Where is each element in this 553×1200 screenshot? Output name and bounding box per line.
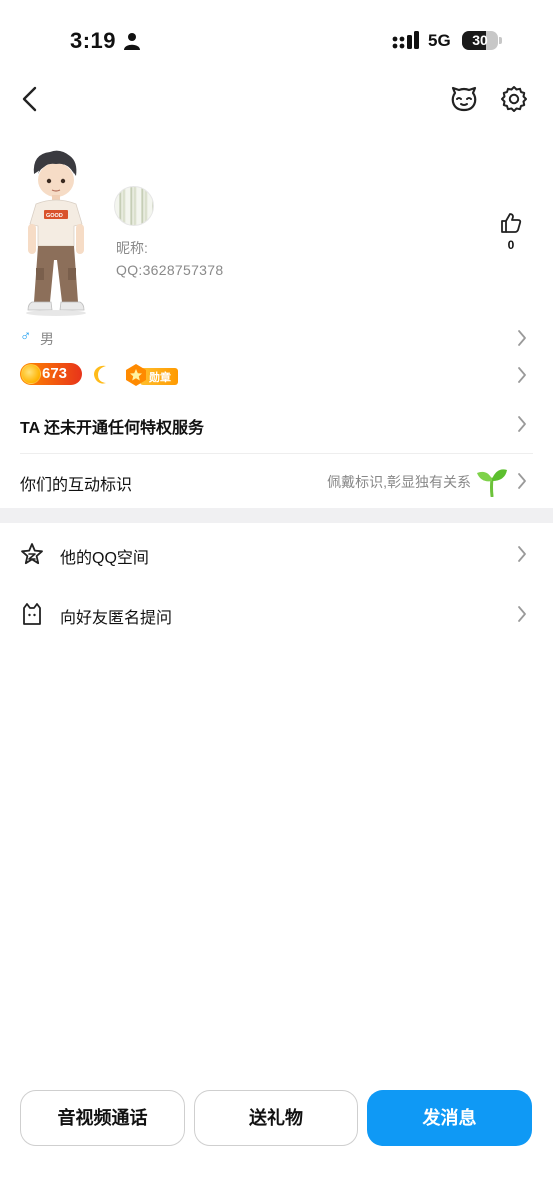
svg-text:GOOD: GOOD [46,213,63,219]
gear-icon[interactable] [499,84,529,114]
qzone-star-icon [21,543,43,565]
send-message-button[interactable]: 发消息 [367,1090,532,1146]
divider [20,453,533,454]
privilege-text: TA 还未开通任何特权服务 [20,420,204,437]
menu-item-anonymous-question[interactable]: 向好友匿名提问 [20,600,533,628]
gender-label: 男 [40,331,54,347]
chevron-right-icon [518,367,526,383]
status-time: 3:19 [70,28,117,53]
battery-level: 30 [472,32,488,48]
chevron-right-icon [518,546,526,562]
chevron-right-icon [518,330,526,346]
gender-row[interactable]: ♂ 男 [20,326,533,350]
menu-label-anonymous-question: 向好友匿名提问 [60,610,173,627]
chevron-right-icon [518,606,526,622]
send-gift-button[interactable]: 送礼物 [194,1090,358,1146]
male-icon: ♂ [20,328,32,345]
cartoon-avatar-figure[interactable]: GOOD [20,148,92,318]
thumbs-up-icon [501,213,522,233]
star-medal-icon [126,364,146,386]
coin-icon [21,364,41,384]
chevron-right-icon [518,473,526,489]
battery-icon: 30 [462,31,502,51]
like-count: 0 [507,238,515,252]
level-badge: 673 [20,363,82,385]
menu-item-qzone[interactable]: 他的QQ空间 [20,540,533,568]
medal-label: 勋章 [149,372,171,384]
back-icon[interactable] [16,84,44,114]
privilege-row[interactable]: TA 还未开通任何特权服务 [20,410,533,438]
pet-face-icon[interactable] [449,84,479,114]
like-button[interactable]: 0 [494,212,528,258]
badge-row[interactable]: 673 勋章 [20,361,533,389]
network-type: 5G [428,31,451,50]
nickname-label: 昵称: [116,240,148,256]
menu-label-qzone: 他的QQ空间 [60,550,149,567]
avatar[interactable] [114,186,154,226]
signal-icon [392,31,419,49]
anonymous-question-icon [23,603,41,625]
level-number: 673 [42,365,68,382]
medal-badge: 勋章 [124,363,180,387]
chevron-right-icon [518,416,526,432]
qq-number: QQ:3628757378 [116,262,224,278]
status-bar: 3:19 5G 30 [0,0,553,80]
person-icon [124,33,140,50]
moon-icon [94,365,106,384]
av-call-button[interactable]: 音视频通话 [20,1090,185,1146]
section-separator [0,508,553,523]
sprout-icon [477,469,507,497]
interaction-title: 你们的互动标识 [20,477,133,494]
interaction-mark-row[interactable]: 你们的互动标识 佩戴标识,彰显独有关系 [20,463,533,499]
interaction-hint: 佩戴标识,彰显独有关系 [327,474,471,490]
